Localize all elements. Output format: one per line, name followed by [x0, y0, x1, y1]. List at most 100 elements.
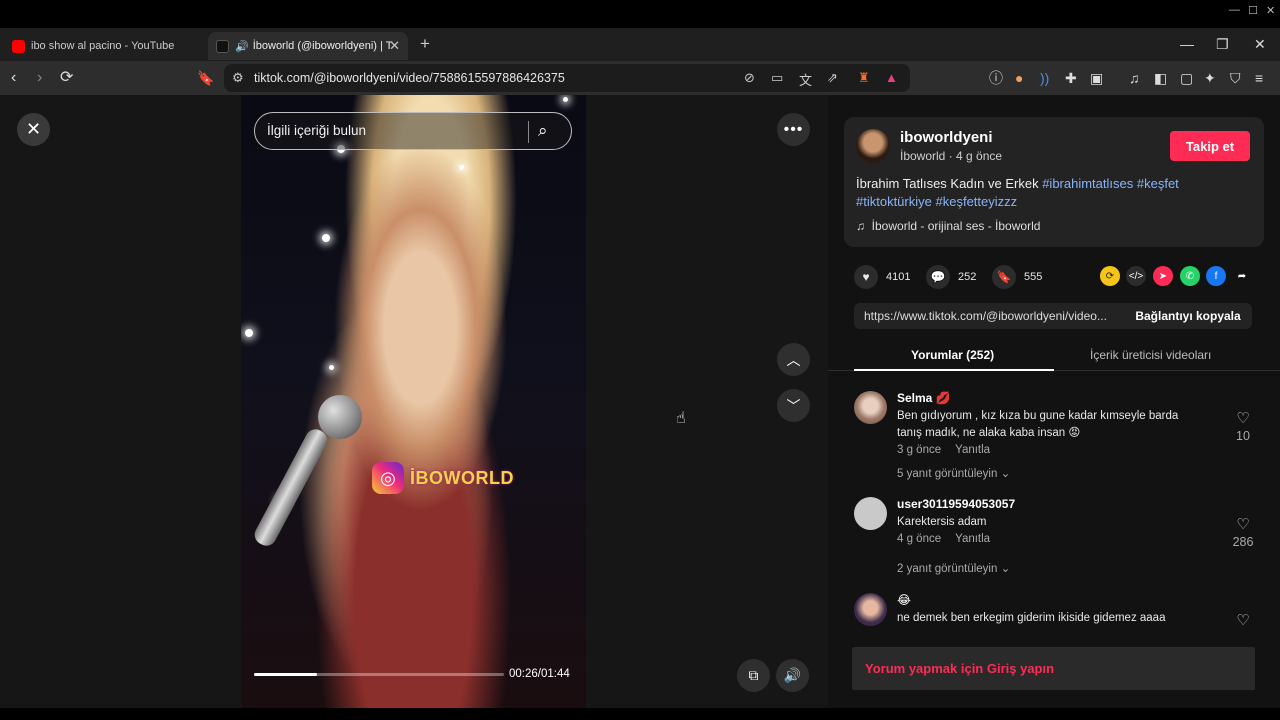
send-to-friend-icon[interactable]: ➤	[1153, 266, 1173, 286]
reload-icon[interactable]: ⟳	[60, 69, 73, 87]
tab-close-icon[interactable]: ✕	[389, 38, 400, 54]
hashtag-link[interactable]: #tiktoktürkiye	[856, 194, 932, 209]
facebook-icon[interactable]: f	[1206, 266, 1226, 286]
copy-link-button[interactable]: Bağlantıyı kopyala	[1124, 303, 1252, 329]
reply-button[interactable]: Yanıtla	[955, 444, 990, 456]
brave-shield-icon[interactable]: ♜	[858, 70, 870, 86]
brave-rewards-icon[interactable]: ▲	[885, 70, 898, 85]
comment-like-button[interactable]: ♡ 10	[1228, 410, 1258, 444]
comment-item: Selma 💋 Ben gıdıyorum , kız kıza bu gune…	[854, 391, 1274, 491]
tab-creator-videos[interactable]: İçerik üreticisi videoları	[1090, 348, 1211, 362]
media-off-icon[interactable]: ⊘	[744, 70, 755, 86]
heart-outline-icon: ♡	[1236, 410, 1250, 427]
leo-ai-icon[interactable]: ✦	[1204, 69, 1216, 87]
cast-icon[interactable]: ▭	[771, 70, 783, 86]
extensions-puzzle-icon[interactable]: ✚	[1065, 69, 1077, 87]
window-close-icon[interactable]: ✕	[1254, 36, 1266, 53]
whatsapp-icon[interactable]: ✆	[1180, 266, 1200, 286]
os-maximize-icon[interactable]: ☐	[1248, 4, 1258, 17]
comment-button[interactable]: 💬 252	[926, 265, 976, 289]
share-more-icon[interactable]: ➦	[1232, 266, 1252, 286]
speaker-icon: 🔊	[783, 667, 802, 683]
extension-icon[interactable]: ⓘ	[989, 69, 1003, 87]
like-button[interactable]: ♥ 4101	[854, 265, 910, 289]
close-video-button[interactable]: ✕	[17, 113, 50, 146]
comment-like-button[interactable]: ♡ 286	[1228, 517, 1258, 550]
video-detail-panel: iboworldyeni İboworld · 4 g önce Takip e…	[828, 95, 1280, 708]
comment-author[interactable]: Selma 💋	[897, 391, 951, 405]
next-video-button[interactable]: ﹀	[777, 389, 810, 422]
hashtag-link[interactable]: #keşfetteyizzz	[936, 194, 1018, 209]
tiktok-icon	[216, 39, 229, 53]
video-player[interactable]	[241, 95, 586, 708]
comment-time: 3 g önce	[897, 444, 942, 456]
extension-icon[interactable]: ))	[1040, 69, 1049, 87]
follow-button[interactable]: Takip et	[1170, 131, 1250, 161]
translate-icon[interactable]: 文	[799, 70, 812, 89]
volume-button[interactable]: 🔊	[776, 659, 809, 692]
reply-button[interactable]: Yanıtla	[955, 533, 990, 545]
login-to-comment-link[interactable]: Yorum yapmak için Giriş yapın	[865, 661, 1054, 676]
comment-like-button[interactable]: ♡	[1228, 613, 1258, 629]
video-progress-bar[interactable]	[254, 673, 504, 676]
view-replies-button[interactable]: 2 yanıt görüntüleyin ⌄	[897, 561, 1010, 575]
comment-like-count: 10	[1236, 429, 1250, 443]
os-minimize-icon[interactable]: —	[1229, 4, 1240, 16]
vpn-icon[interactable]: ⛉	[1230, 69, 1241, 87]
window-restore-icon[interactable]: ❐	[1216, 36, 1229, 53]
mouse-cursor-icon: ☝	[676, 410, 686, 427]
new-tab-button[interactable]: +	[420, 34, 430, 54]
screen-bottom-edge	[0, 708, 1280, 720]
os-close-icon[interactable]: ✕	[1266, 4, 1275, 17]
search-icon[interactable]: ⌕	[538, 121, 548, 141]
comment-text: Karektersis adam	[897, 516, 987, 528]
back-icon[interactable]: ‹	[11, 69, 16, 87]
sparkle-decoration	[459, 165, 464, 170]
tab-comments[interactable]: Yorumlar (252)	[911, 348, 994, 362]
extension-icon[interactable]: ●	[1015, 69, 1023, 87]
video-stage: ◎ İBOWORLD ✕ ⌕ ••• ︿ ﹀ 00:26/01:44 ⧉ 🔊 ☝	[0, 95, 828, 708]
share-link-text[interactable]: https://www.tiktok.com/@iboworldyeni/vid…	[864, 309, 1118, 323]
wallet-icon[interactable]: ▢	[1180, 69, 1193, 87]
avatar[interactable]	[856, 129, 890, 163]
music-link[interactable]: ♫ İboworld - orijinal ses - İboworld	[856, 219, 1040, 233]
window-minimize-icon[interactable]: —	[1180, 36, 1194, 52]
site-info-icon[interactable]: ⚙	[232, 70, 244, 86]
audio-playing-icon[interactable]: 🔊	[235, 40, 249, 53]
related-search-box[interactable]: ⌕	[254, 112, 572, 150]
post-username[interactable]: iboworldyeni	[900, 129, 993, 146]
comment-author[interactable]: 😂	[897, 593, 911, 607]
tab-tiktok[interactable]: 🔊 İboworld (@iboworldyeni) | T ✕	[208, 32, 408, 60]
menu-icon[interactable]: ≡	[1255, 69, 1263, 87]
music-note-icon: ♫	[856, 219, 865, 233]
forward-icon[interactable]: ›	[37, 69, 42, 87]
previous-video-button[interactable]: ︿	[777, 343, 810, 376]
extension-icon[interactable]: ▣	[1090, 69, 1103, 87]
search-input[interactable]	[267, 123, 517, 138]
hashtag-link[interactable]: #keşfet	[1137, 176, 1179, 191]
description-text: İbrahim Tatlıses Kadın ve Erkek	[856, 176, 1039, 191]
avatar[interactable]	[854, 593, 887, 626]
address-bar[interactable]: ⚙ tiktok.com/@iboworldyeni/video/7588615…	[224, 64, 910, 92]
media-control-icon[interactable]: ♫	[1129, 69, 1140, 87]
tab-youtube[interactable]: ibo show al pacino - YouTube	[4, 32, 204, 60]
comment-meta: 4 g önce Yanıtla	[897, 533, 990, 545]
chevron-down-icon: ﹀	[786, 397, 801, 414]
avatar[interactable]	[854, 391, 887, 424]
save-button[interactable]: 🔖 555	[992, 265, 1042, 289]
hashtag-link[interactable]: #ibrahimtatlıses	[1042, 176, 1133, 191]
microphone-image	[251, 395, 362, 565]
floating-player-button[interactable]: ⧉	[737, 659, 770, 692]
post-subtitle: İboworld · 4 g önce	[900, 149, 1003, 163]
more-options-button[interactable]: •••	[777, 113, 810, 146]
avatar[interactable]	[854, 497, 887, 530]
share-page-icon[interactable]: ⇗	[827, 70, 838, 86]
comment-login-box[interactable]: Yorum yapmak için Giriş yapın	[852, 647, 1255, 690]
embed-code-icon[interactable]: </>	[1126, 266, 1146, 286]
sidebar-icon[interactable]: ◧	[1154, 69, 1167, 87]
repost-icon[interactable]: ⟳	[1100, 266, 1120, 286]
bookmark-icon[interactable]: 🔖	[197, 69, 214, 87]
view-replies-button[interactable]: 5 yanıt görüntüleyin ⌄	[897, 466, 1010, 480]
comment-author[interactable]: user30119594053057	[897, 497, 1015, 511]
url-text[interactable]: tiktok.com/@iboworldyeni/video/758861559…	[254, 71, 565, 85]
